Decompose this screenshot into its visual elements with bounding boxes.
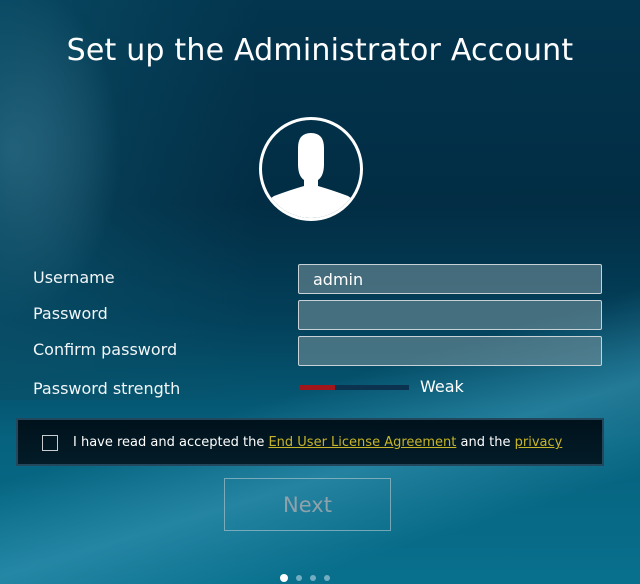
confirm-password-label: Confirm password — [33, 340, 178, 359]
page-title: Set up the Administrator Account — [66, 33, 574, 68]
username-label: Username — [33, 268, 115, 287]
step-dot[interactable] — [310, 575, 316, 581]
eula-checkbox[interactable] — [42, 435, 58, 451]
password-strength-label: Password strength — [33, 379, 181, 398]
confirm-password-input[interactable] — [298, 336, 602, 366]
step-dot[interactable] — [324, 575, 330, 581]
password-strength-meter — [299, 385, 409, 390]
step-dot[interactable] — [280, 574, 288, 582]
step-dot[interactable] — [296, 575, 302, 581]
username-input[interactable] — [298, 264, 602, 294]
privacy-link[interactable]: privacy — [515, 435, 563, 450]
user-avatar-icon — [259, 117, 363, 221]
step-indicator — [280, 574, 330, 582]
eula-middle: and the — [456, 435, 515, 450]
password-strength-value: Weak — [420, 377, 464, 396]
eula-text: I have read and accepted the End User Li… — [73, 435, 562, 450]
eula-prefix: I have read and accepted the — [73, 435, 269, 450]
eula-panel: I have read and accepted the End User Li… — [16, 418, 604, 466]
password-label: Password — [33, 304, 108, 323]
next-button[interactable]: Next — [224, 478, 391, 531]
password-input[interactable] — [298, 300, 602, 330]
eula-link[interactable]: End User License Agreement — [268, 435, 456, 450]
password-strength-fill — [299, 385, 336, 390]
